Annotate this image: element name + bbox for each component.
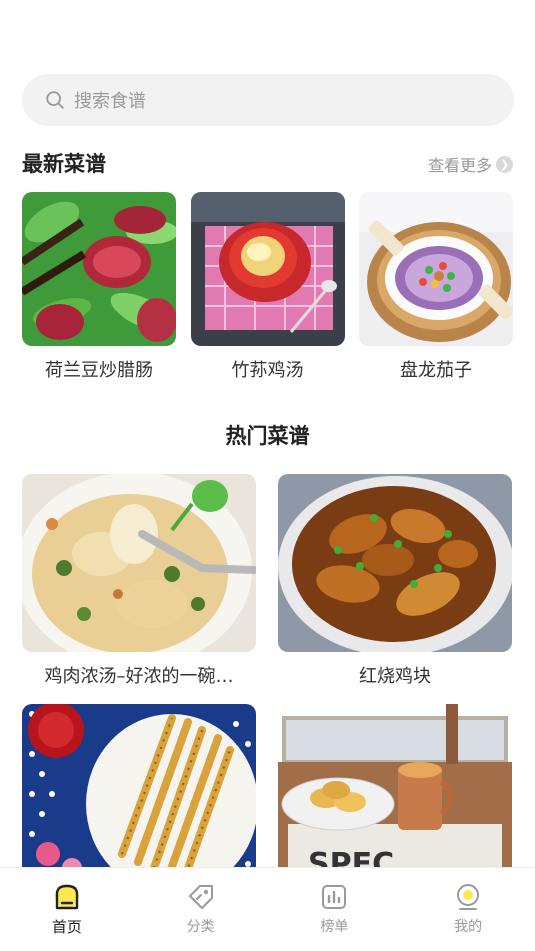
recipe-image-snow-peas-sausage [22, 192, 176, 346]
hot-section-title: 热门菜谱 [225, 424, 310, 448]
recipe-image-braised-chicken [278, 474, 512, 652]
home-icon [54, 884, 79, 910]
chevron-right-icon: ❯ [496, 155, 513, 173]
profile-icon [457, 884, 480, 910]
recipe-card[interactable]: 鸡肉浓汤–好浓的一碗… [22, 474, 256, 688]
tab-home[interactable]: 首页 [0, 868, 134, 951]
view-more-label: 查看更多 [427, 156, 492, 175]
recipe-card[interactable]: 盘龙茄子 [359, 192, 513, 382]
recipe-card[interactable]: 竹荪鸡汤 [190, 192, 345, 382]
recipe-image-coiled-eggplant [359, 192, 513, 346]
recipe-name: 鸡肉浓汤–好浓的一碗… [44, 666, 234, 687]
search-input[interactable]: 搜索食谱 [22, 74, 514, 126]
tab-profile[interactable]: 我的 [401, 868, 535, 951]
recipe-name: 盘龙茄子 [400, 360, 472, 381]
latest-section-title: 最新菜谱 [22, 148, 114, 180]
latest-section-header: 最新菜谱 查看更多 ❯ [22, 148, 513, 182]
tab-category[interactable]: 分类 [134, 868, 268, 951]
search-icon [46, 91, 64, 109]
tag-icon [188, 885, 213, 909]
recipe-name: 荷兰豆炒腊肠 [45, 360, 153, 381]
tab-home-label: 首页 [51, 918, 82, 936]
recipe-image-pastry-and-mug: SPEC [278, 704, 512, 882]
recipe-image-breadsticks [22, 704, 256, 882]
chart-icon [322, 885, 347, 909]
tab-profile-label: 我的 [454, 919, 483, 935]
bottom-tab-bar: 首页 分类 榜单 我的 [0, 867, 535, 951]
recipe-card[interactable]: 荷兰豆炒腊肠 [22, 192, 176, 382]
recipe-card[interactable] [22, 704, 256, 892]
recipe-card[interactable]: 红烧鸡块 [278, 474, 512, 688]
recipe-card[interactable]: SPEC [278, 704, 512, 892]
search-placeholder: 搜索食谱 [74, 91, 146, 112]
latest-recipe-list: 荷兰豆炒腊肠 竹荪鸡汤 盘龙茄子 [22, 192, 513, 382]
tab-ranking-label: 榜单 [320, 919, 349, 935]
recipe-image-bamboo-fungus-chicken-soup [190, 192, 345, 346]
view-more-button[interactable]: 查看更多 ❯ [428, 152, 513, 176]
tab-ranking[interactable]: 榜单 [268, 868, 402, 951]
tab-category-label: 分类 [186, 919, 215, 935]
recipe-name: 红烧鸡块 [359, 666, 431, 687]
recipe-name: 竹荪鸡汤 [231, 360, 304, 381]
recipe-image-chicken-soup [22, 474, 256, 652]
